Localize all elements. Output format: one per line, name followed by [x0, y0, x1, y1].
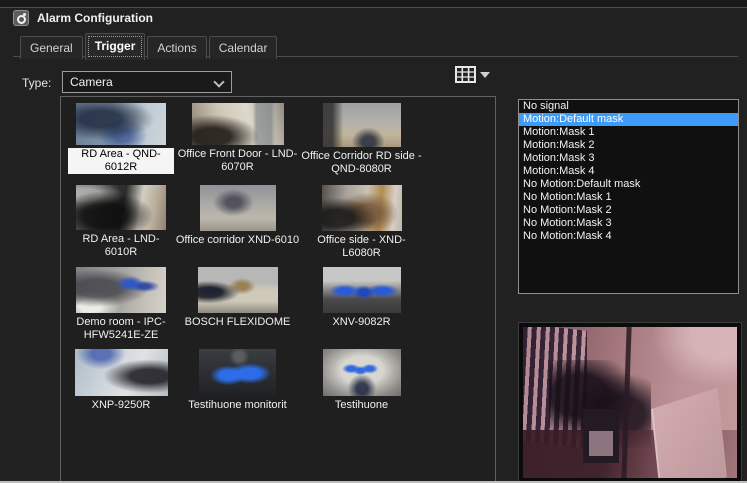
tab-general[interactable]: General	[20, 36, 83, 59]
camera-label: Office Corridor RD side - QND-8080R	[301, 150, 422, 176]
camera-thumbnail[interactable]	[323, 103, 401, 147]
event-list-item[interactable]: Motion:Mask 2	[519, 139, 738, 152]
event-list-item[interactable]: Motion:Mask 3	[519, 152, 738, 165]
layout-grid-button[interactable]	[455, 66, 490, 83]
event-type-list[interactable]: No signalMotion:Default maskMotion:Mask …	[518, 99, 739, 294]
event-list-item[interactable]: Motion:Mask 4	[519, 165, 738, 178]
gear-icon	[13, 10, 29, 26]
event-list-item[interactable]: No signal	[519, 100, 738, 113]
camera-item[interactable]: XNV-9082R	[301, 267, 422, 349]
camera-grid-panel: RD Area - QND-6012ROffice Front Door - L…	[60, 96, 496, 483]
type-select[interactable]: Camera	[62, 71, 232, 93]
camera-thumbnail[interactable]	[323, 267, 401, 313]
camera-item[interactable]: RD Area - QND-6012R	[68, 103, 174, 185]
camera-label: Demo room - IPC-HFW5241E-ZE	[68, 316, 174, 342]
camera-label: RD Area - QND-6012R	[68, 148, 174, 174]
camera-label: Office corridor XND-6010	[176, 234, 299, 247]
camera-label: Office side - XND-L6080R	[301, 234, 422, 260]
preview-whiteboard	[651, 388, 727, 478]
camera-item[interactable]: Office Front Door - LND-6070R	[174, 103, 301, 185]
camera-item[interactable]: Office Corridor RD side - QND-8080R	[301, 103, 422, 185]
chevron-down-icon	[480, 72, 490, 78]
camera-thumbnail[interactable]	[323, 349, 401, 396]
preview-ceiling-glow	[651, 327, 737, 387]
tab-actions[interactable]: Actions	[147, 36, 206, 59]
camera-thumbnail[interactable]	[192, 103, 284, 145]
camera-grid: RD Area - QND-6012ROffice Front Door - L…	[61, 97, 495, 431]
camera-thumbnail[interactable]	[322, 185, 402, 231]
camera-item[interactable]: Testihuone monitorit	[174, 349, 301, 431]
camera-thumbnail[interactable]	[75, 349, 168, 396]
camera-item[interactable]: Testihuone	[301, 349, 422, 431]
camera-thumbnail[interactable]	[198, 267, 278, 313]
event-list-item[interactable]: No Motion:Mask 2	[519, 204, 738, 217]
camera-thumbnail[interactable]	[200, 185, 276, 231]
camera-item[interactable]: XNP-9250R	[68, 349, 174, 431]
camera-preview	[518, 322, 742, 483]
preview-monitor	[583, 409, 619, 463]
event-list-item[interactable]: Motion:Default mask	[519, 113, 738, 126]
camera-thumbnail[interactable]	[76, 267, 166, 313]
title-bar: Alarm Configuration	[13, 10, 153, 26]
event-list-item[interactable]: No Motion:Default mask	[519, 178, 738, 191]
grid-layout-icon	[455, 66, 476, 83]
window-title: Alarm Configuration	[37, 11, 153, 25]
alarm-configuration-window: Alarm Configuration GeneralTriggerAction…	[0, 0, 747, 483]
event-list-item[interactable]: No Motion:Mask 1	[519, 191, 738, 204]
camera-thumbnail[interactable]	[76, 103, 166, 145]
camera-thumbnail[interactable]	[76, 185, 166, 230]
camera-label: Testihuone	[335, 399, 388, 412]
event-list-item[interactable]: No Motion:Mask 3	[519, 217, 738, 230]
type-label: Type:	[22, 76, 51, 90]
camera-thumbnail[interactable]	[199, 349, 276, 396]
window-top-edge	[0, 0, 747, 8]
camera-label: XNP-9250R	[92, 399, 151, 412]
tab-trigger[interactable]: Trigger	[85, 33, 146, 60]
tab-bar: GeneralTriggerActionsCalendar	[20, 33, 277, 59]
camera-label: Office Front Door - LND-6070R	[175, 148, 301, 174]
camera-label: Testihuone monitorit	[188, 399, 286, 412]
tab-calendar[interactable]: Calendar	[209, 36, 278, 59]
camera-item[interactable]: RD Area - LND-6010R	[68, 185, 174, 267]
event-list-item[interactable]: Motion:Mask 1	[519, 126, 738, 139]
camera-item[interactable]: BOSCH FLEXIDOME	[174, 267, 301, 349]
camera-item[interactable]: Office corridor XND-6010	[174, 185, 301, 267]
camera-item[interactable]: Demo room - IPC-HFW5241E-ZE	[68, 267, 174, 349]
camera-label: RD Area - LND-6010R	[68, 233, 174, 259]
camera-label: BOSCH FLEXIDOME	[185, 316, 291, 329]
event-list-item[interactable]: No Motion:Mask 4	[519, 230, 738, 243]
camera-item[interactable]: Office side - XND-L6080R	[301, 185, 422, 267]
camera-preview-image	[523, 327, 737, 478]
type-select-value: Camera	[70, 75, 113, 89]
chevron-down-icon	[213, 76, 224, 87]
camera-label: XNV-9082R	[332, 316, 390, 329]
